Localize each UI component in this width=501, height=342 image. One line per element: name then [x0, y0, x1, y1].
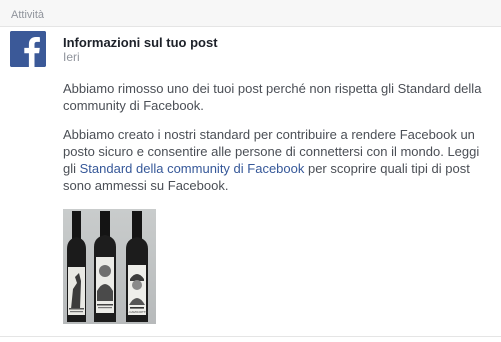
facebook-logo-icon[interactable] [10, 31, 46, 67]
notification-timestamp: Ieri [63, 50, 80, 64]
notification-message: Abbiamo rimosso uno dei tuoi post perché… [63, 81, 482, 113]
section-header: Attività [0, 0, 501, 27]
notification-details: Abbiamo creato i nostri standard per con… [63, 126, 488, 194]
bottle-label-text: IL CAMICIOTTO [126, 310, 149, 314]
section-title: Attività [11, 9, 45, 21]
community-standards-link[interactable]: Standard della community di Facebook [80, 161, 305, 176]
removed-post-image[interactable]: IL CAMICIOTTO [63, 209, 156, 324]
notification-title[interactable]: Informazioni sul tuo post [63, 35, 218, 50]
divider [0, 336, 501, 337]
